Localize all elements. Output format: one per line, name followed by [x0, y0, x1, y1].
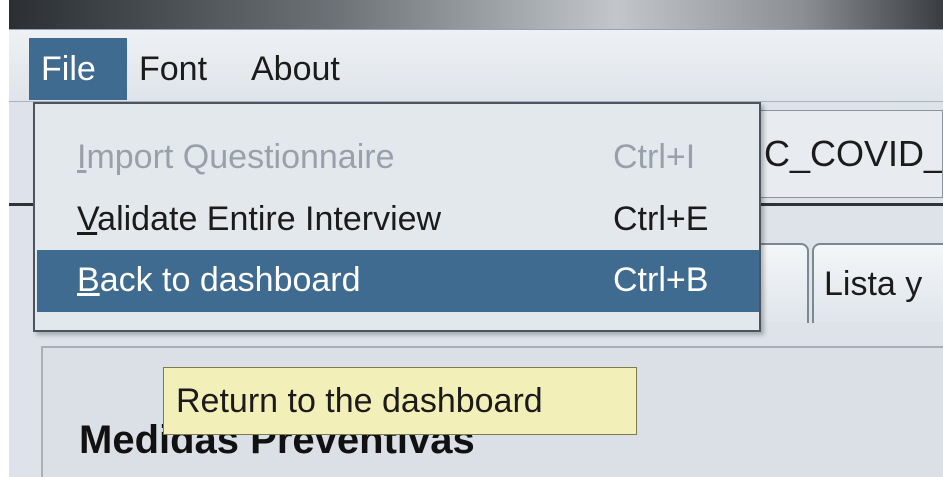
menu-item-validate-entire-interview[interactable]: Validate Entire Interview Ctrl+E [37, 189, 759, 249]
menu-item-accelerator: Ctrl+I [613, 138, 696, 176]
menu-bar: File Font About [9, 30, 943, 102]
tooltip: Return to the dashboard [163, 367, 637, 435]
menu-item-label: Back to dashboard [77, 261, 361, 299]
menu-file[interactable]: File [29, 38, 127, 100]
menu-item-label: Validate Entire Interview [77, 200, 442, 238]
questionnaire-name-field: C_COVID_ [759, 110, 943, 198]
tab-lista[interactable]: Lista y [812, 243, 943, 323]
file-menu-dropdown: Import Questionnaire Ctrl+I Validate Ent… [33, 102, 761, 332]
menu-item-accelerator: Ctrl+B [613, 261, 709, 299]
window-title-strip [9, 0, 943, 30]
application-window: File Font About C_COVID_ n Lista y Medid… [9, 0, 943, 477]
menu-item-import-questionnaire[interactable]: Import Questionnaire Ctrl+I [37, 127, 759, 187]
menu-item-accelerator: Ctrl+E [613, 200, 709, 238]
menu-item-label: Import Questionnaire [77, 138, 395, 176]
menu-item-back-to-dashboard[interactable]: Back to dashboard Ctrl+B [37, 250, 759, 312]
menu-about[interactable]: About [245, 38, 346, 100]
menu-font[interactable]: Font [133, 38, 213, 100]
